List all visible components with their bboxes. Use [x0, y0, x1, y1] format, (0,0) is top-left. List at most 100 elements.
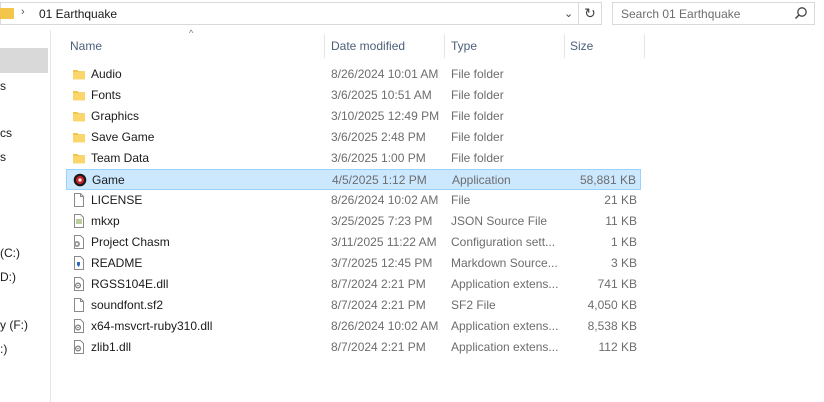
file-type: Application — [452, 173, 511, 187]
breadcrumb-separator-icon[interactable]: › — [21, 6, 25, 18]
file-date-modified: 8/26/2024 10:02 AM — [331, 193, 439, 207]
file-size: 3 KB — [610, 256, 637, 270]
file-name: Game — [92, 173, 125, 187]
folder-icon — [0, 8, 14, 19]
file-size: 112 KB — [598, 340, 637, 354]
file-name: Project Chasm — [91, 235, 170, 249]
file-type: File folder — [451, 88, 504, 102]
column-header-type[interactable]: Type — [451, 34, 477, 58]
address-bar[interactable]: › 01 Earthquake ⌄ — [0, 2, 579, 25]
file-type: Configuration sett... — [451, 235, 556, 249]
breadcrumb-current-folder[interactable]: 01 Earthquake — [39, 7, 117, 21]
folder-icon — [72, 109, 86, 123]
refresh-button[interactable]: ↻ — [579, 2, 602, 25]
file-type: Markdown Source... — [451, 256, 558, 270]
file-row[interactable]: Fonts 3/6/2025 10:51 AM File folder — [66, 85, 641, 106]
file-date-modified: 8/7/2024 2:21 PM — [331, 277, 426, 291]
file-name: Audio — [91, 67, 122, 81]
file-type: SF2 File — [451, 298, 496, 312]
file-row[interactable]: Audio 8/26/2024 10:01 AM File folder — [66, 64, 641, 85]
file-row[interactable]: Save Game 3/6/2025 2:48 PM File folder — [66, 127, 641, 148]
search-icon[interactable] — [794, 6, 808, 20]
file-size: 21 KB — [604, 193, 637, 207]
column-divider[interactable] — [324, 34, 325, 58]
dll-icon — [72, 319, 86, 333]
nav-item[interactable]: s — [0, 150, 6, 164]
file-date-modified: 3/11/2025 11:22 AM — [331, 235, 437, 249]
file-date-modified: 3/6/2025 2:48 PM — [331, 130, 426, 144]
file-size: 8,538 KB — [587, 319, 637, 333]
file-type: File folder — [451, 67, 504, 81]
column-header-size[interactable]: Size — [570, 34, 593, 58]
file-date-modified: 3/7/2025 12:45 PM — [331, 256, 433, 270]
file-type: JSON Source File — [451, 214, 548, 228]
file-name: zlib1.dll — [91, 340, 132, 354]
column-divider[interactable] — [564, 34, 565, 58]
search-input[interactable]: Search 01 Earthquake — [621, 7, 740, 21]
file-row[interactable]: soundfont.sf2 8/7/2024 2:21 PM SF2 File 4,0… — [66, 295, 641, 316]
file-date-modified: 8/26/2024 10:02 AM — [331, 319, 439, 333]
navigation-pane[interactable]: s cs s (C:) D:) y (F:) :) — [0, 30, 51, 402]
file-type: File folder — [451, 151, 504, 165]
file-date-modified: 8/26/2024 10:01 AM — [331, 67, 439, 81]
file-row[interactable]: README 3/7/2025 12:45 PM Markdown Source..… — [66, 253, 641, 274]
file-row[interactable]: RGSS104E.dll 8/7/2024 2:21 PM Application … — [66, 274, 641, 295]
dll-icon — [72, 340, 86, 354]
chevron-down-icon[interactable]: ⌄ — [564, 7, 573, 20]
column-divider[interactable] — [644, 34, 645, 58]
sort-ascending-icon: ^ — [189, 28, 194, 38]
folder-icon — [72, 88, 86, 102]
file-row[interactable]: mkxp 3/25/2025 7:23 PM JSON Source File 11 … — [66, 211, 641, 232]
column-header-name[interactable]: Name — [70, 34, 102, 58]
file-type: File folder — [451, 130, 504, 144]
folder-icon — [72, 67, 86, 81]
file-size: 11 KB — [605, 214, 637, 228]
file-type: File folder — [451, 109, 504, 123]
file-row[interactable]: Team Data 3/6/2025 1:00 PM File folder — [66, 148, 641, 169]
file-row[interactable]: LICENSE 8/26/2024 10:02 AM File 21 KB — [66, 190, 641, 211]
file-size: 1 KB — [610, 235, 637, 249]
file-date-modified: 4/5/2025 1:12 PM — [332, 173, 427, 187]
file-name: README — [91, 256, 143, 270]
file-name: Graphics — [91, 109, 140, 123]
file-type: Application extens... — [451, 277, 559, 291]
file-type: Application extens... — [451, 319, 559, 333]
folder-icon — [72, 151, 86, 165]
file-date-modified: 3/25/2025 7:23 PM — [331, 214, 433, 228]
file-date-modified: 3/6/2025 10:51 AM — [331, 88, 432, 102]
nav-drive-d[interactable]: D:) — [0, 270, 16, 284]
file-row[interactable]: Project Chasm 3/11/2025 11:22 AM Configura… — [66, 232, 641, 253]
file-size: 741 KB — [597, 277, 637, 291]
file-date-modified: 3/6/2025 1:00 PM — [331, 151, 426, 165]
file-type: File — [451, 193, 471, 207]
file-name: mkxp — [91, 214, 120, 228]
nav-item[interactable]: s — [0, 79, 6, 93]
file-date-modified: 8/7/2024 2:21 PM — [331, 298, 426, 312]
file-date-modified: 3/10/2025 12:49 PM — [331, 109, 440, 123]
config-icon — [72, 235, 86, 249]
file-row[interactable]: Graphics 3/10/2025 12:49 PM File folder — [66, 106, 641, 127]
column-divider[interactable] — [444, 34, 445, 58]
folder-icon — [72, 130, 86, 144]
file-name: soundfont.sf2 — [91, 298, 164, 312]
file-row[interactable]: Game 4/5/2025 1:12 PM Application 58,881 KB — [66, 169, 641, 190]
nav-item[interactable]: cs — [0, 126, 12, 140]
file-icon — [72, 298, 86, 312]
file-type: Application extens... — [451, 340, 559, 354]
file-size: 58,881 KB — [579, 173, 636, 187]
nav-drive-f[interactable]: y (F:) — [0, 318, 28, 332]
file-name: Fonts — [91, 88, 122, 102]
column-header-date[interactable]: Date modified — [331, 34, 405, 58]
json-icon — [72, 214, 86, 228]
file-name: RGSS104E.dll — [91, 277, 169, 291]
file-name: Team Data — [91, 151, 150, 165]
nav-selected-item[interactable] — [0, 48, 48, 73]
nav-drive-c[interactable]: (C:) — [0, 246, 20, 260]
search-box[interactable]: Search 01 Earthquake — [612, 2, 815, 25]
nav-drive[interactable]: :) — [0, 342, 7, 356]
file-row[interactable]: zlib1.dll 8/7/2024 2:21 PM Application ext… — [66, 337, 641, 358]
markdown-icon — [72, 256, 86, 270]
file-row[interactable]: x64-msvcrt-ruby310.dll 8/26/2024 10:02 AM… — [66, 316, 641, 337]
file-date-modified: 8/7/2024 2:21 PM — [331, 340, 426, 354]
file-name: Save Game — [91, 130, 155, 144]
